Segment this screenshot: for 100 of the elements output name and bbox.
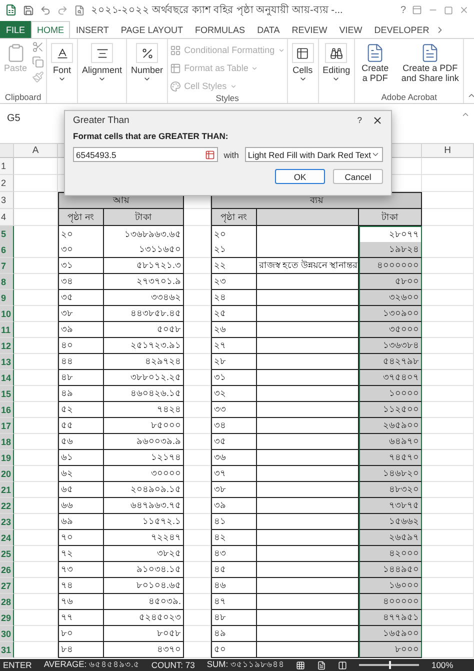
group-label: Clipboard	[4, 92, 42, 103]
table-cell: ১৪৪৯৫০	[359, 562, 422, 578]
with-label: with	[224, 150, 239, 160]
table-cell: ২০৪৯০৯.১৫	[104, 482, 184, 498]
table-cell: ৩২	[211, 386, 257, 402]
table-cell: ৬৪৭৯৬৩.৭৫	[104, 498, 184, 514]
table-cell: ১৩৬৩৮৪	[359, 338, 422, 354]
table-cell: ৫০	[211, 642, 257, 658]
table-cell: ৪০০০০০০	[359, 258, 422, 274]
table-cell: ২৫	[211, 306, 257, 322]
table-cell: ৪৯	[211, 626, 257, 642]
dialog-title: Greater Than	[73, 114, 130, 126]
table-cell: ২৬৫৯০০	[359, 418, 422, 434]
column-header: টাকা	[359, 209, 422, 226]
table-cell: ৮০৫৮	[104, 626, 184, 642]
table-cell: ৩৫০০০	[359, 322, 422, 338]
table-cell: ৩৮৮০১২.২৫	[104, 370, 184, 386]
table-cell: ৪৬	[211, 578, 257, 594]
table-cell: ৬৬	[58, 498, 104, 514]
table-cell: ৪৫	[211, 562, 257, 578]
table-cell: ৭৪	[58, 578, 104, 594]
table-cell: ১০০০০	[359, 386, 422, 402]
table-cell: ৩২৬০০	[359, 290, 422, 306]
table-cell: ৬৯	[58, 514, 104, 530]
status-count: COUNT: 73	[151, 660, 195, 670]
table-cell: ৮০০০	[359, 642, 422, 658]
table-cell: ৬১	[58, 450, 104, 466]
table-cell: ৭৬	[58, 594, 104, 610]
status-sum: SUM: ৩৫১১৯৮৬৪৪	[206, 658, 284, 671]
table-cell: ৪৬০৪২৬.১৫	[104, 386, 184, 402]
table-cell: ২১	[211, 242, 257, 258]
column-header: পৃষ্ঠা নং	[211, 209, 257, 226]
table-cell: ৪৮	[211, 610, 257, 626]
table-cell: ৩৪	[211, 418, 257, 434]
table-cell: ৩৮	[58, 306, 104, 322]
table-cell: ৩৬	[211, 450, 257, 466]
table-cell: ৫২	[58, 402, 104, 418]
table-cell: ৪৪৩৮৫৮.৪৫	[104, 306, 184, 322]
table-cell: ২৬	[211, 322, 257, 338]
table-cell: ৭২	[58, 546, 104, 562]
table-cell: ৫৮১৭২১.৩	[104, 258, 184, 274]
table-cell: ৪১	[211, 514, 257, 530]
table-cell: ২৭	[211, 338, 257, 354]
table-cell: ৪৩	[211, 546, 257, 562]
table-cell: ৪৩৭০	[104, 642, 184, 658]
table-cell: ২৬৫৯৭	[359, 530, 422, 546]
table-cell: ৭৭	[58, 610, 104, 626]
status-average: AVERAGE: ৬৫৪৫৪৯৩.৫	[44, 658, 140, 671]
table-cell: ৩৫	[58, 290, 104, 306]
table-cell: ২৪	[211, 290, 257, 306]
table-cell: ৪২	[211, 530, 257, 546]
table-cell: ৩৭৫৪০৭	[359, 370, 422, 386]
table-cell: ৭২২৪৭	[104, 530, 184, 546]
table-cell: ১৯৮২৪	[359, 242, 422, 258]
table-cell: ২০	[58, 226, 104, 243]
table-cell: ১৩১১৬৫০	[104, 242, 184, 258]
table-cell: ২৭৩৭০১.৯	[104, 274, 184, 290]
table-cell: ৬৫	[58, 482, 104, 498]
table-cell: ৯৬০০৩৯.৯	[104, 434, 184, 450]
table-cell: ৪৮৩২০	[359, 482, 422, 498]
table-cell: ৩৩	[211, 402, 257, 418]
table-cell: ৩৭	[211, 466, 257, 482]
table-cell: ৩৯	[58, 322, 104, 338]
table-cell: ৮৫০০০	[104, 418, 184, 434]
table-cell: ৫২৪৫০২৩	[104, 610, 184, 626]
table-cell: ৩৩৪৬২	[104, 290, 184, 306]
table-cell: ৫০৫৮	[104, 322, 184, 338]
table-cell: ৩০	[58, 242, 104, 258]
table-cell: ২৮	[211, 354, 257, 370]
table-cell: ৭৩	[58, 562, 104, 578]
table-cell: ৪৪	[58, 354, 104, 370]
group-label: Styles	[214, 93, 240, 104]
table-cell: ৪৭৭৯৫১	[359, 610, 422, 626]
table-cell: ৭৪২৪	[104, 402, 184, 418]
table-cell: ৪০	[58, 338, 104, 354]
table-cell: ১৩০৯০০	[359, 306, 422, 322]
status-mode: ENTER	[3, 660, 32, 670]
table-cell: ৫৫	[58, 418, 104, 434]
column-header: পৃষ্ঠা নং	[58, 209, 104, 226]
table-cell: ১১২৫০০	[359, 402, 422, 418]
table-cell: ৩৪	[58, 274, 104, 290]
table-cell: ৬৪৯৭০	[359, 434, 422, 450]
table-cell: ৩৫	[211, 434, 257, 450]
table-cell: ৮৪	[58, 642, 104, 658]
table-cell: ৭০	[58, 530, 104, 546]
table-cell: ৪৫০৩৯.	[104, 594, 184, 610]
table-cell: ২২	[211, 258, 257, 274]
table-cell: ৩৮২৫	[104, 546, 184, 562]
table-cell: ১৪৬৮২০	[359, 466, 422, 482]
table-cell: ২৮০৭৭	[359, 226, 422, 243]
table-cell: ৪৮	[58, 370, 104, 386]
table-cell: ১৬৫৯০০	[359, 626, 422, 642]
table-cell: ১২১৭৪	[104, 450, 184, 466]
table-cell: ১১৫৭২.১	[104, 514, 184, 530]
table-cell: ৯১০৩৪.১৫	[104, 562, 184, 578]
table-cell: ৭৪৫৭০	[359, 450, 422, 466]
table-cell: ১৬০০০	[359, 578, 422, 594]
table-cell: ৭৩৮৭৫	[359, 498, 422, 514]
table-cell: ৮০১০৪.৬৫	[104, 578, 184, 594]
table-cell: ৪৯	[58, 386, 104, 402]
